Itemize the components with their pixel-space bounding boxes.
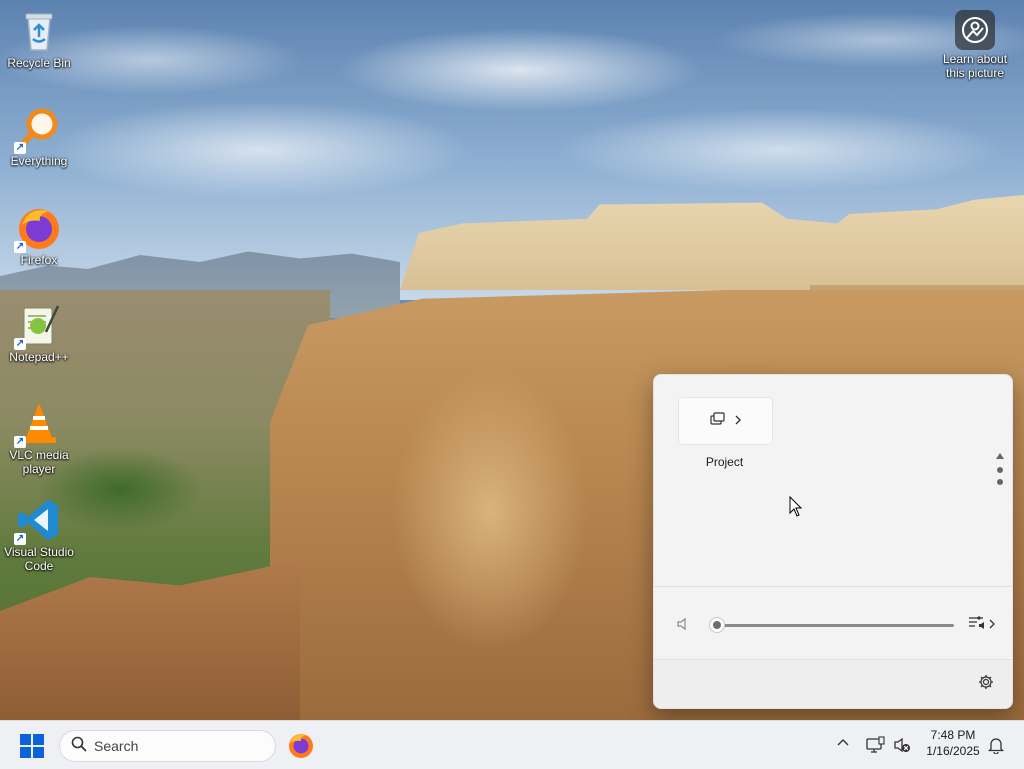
- network-display-icon[interactable]: [866, 736, 886, 759]
- notepad-plus-plus-icon: ↗: [14, 302, 62, 350]
- vlc-cone-icon: ↗: [14, 400, 62, 448]
- desktop-icon-notepad-plus-plus[interactable]: ↗ Notepad++: [1, 302, 77, 364]
- taskbar-search-box[interactable]: Search: [59, 730, 276, 762]
- gear-icon[interactable]: [978, 674, 994, 695]
- volume-slider-thumb[interactable]: [709, 617, 725, 633]
- volume-mixer-button[interactable]: [968, 614, 996, 635]
- shortcut-arrow-icon: ↗: [14, 142, 26, 154]
- learn-about-picture-label: Learn about this picture: [942, 52, 1008, 80]
- divider: [654, 586, 1012, 587]
- tiles-pager[interactable]: [996, 453, 1004, 491]
- recycle-bin-icon: [16, 8, 62, 54]
- project-tile-label: Project: [705, 455, 744, 469]
- clock-time: 7:48 PM: [930, 728, 976, 742]
- search-icon: [71, 736, 87, 757]
- notification-bell-icon[interactable]: [987, 736, 1005, 759]
- shortcut-arrow-icon: ↗: [14, 338, 26, 350]
- desktop-icon-recycle-bin[interactable]: Recycle Bin: [1, 8, 77, 70]
- shortcut-arrow-icon: ↗: [14, 533, 26, 545]
- desktop-icon-label: Visual Studio Code: [4, 545, 74, 573]
- desktop-icon-label: Notepad++: [9, 350, 69, 364]
- chevron-right-icon: [734, 412, 742, 430]
- quick-settings-footer: [654, 659, 1012, 708]
- taskbar-app-firefox[interactable]: [287, 731, 315, 759]
- quick-settings-panel: Project: [653, 374, 1013, 709]
- volume-row: [654, 611, 1012, 639]
- taskbar-clock[interactable]: 7:48 PM 1/16/2025: [918, 727, 988, 759]
- desktop-icon-vscode[interactable]: ↗ Visual Studio Code: [1, 497, 77, 573]
- desktop-icon-vlc[interactable]: ↗ VLC media player: [1, 400, 77, 476]
- clock-date: 1/16/2025: [926, 744, 980, 758]
- taskbar: Search 7:48 PM 1/16/2025: [0, 720, 1024, 769]
- desktop-icon-everything[interactable]: ↗ Everything: [1, 106, 77, 168]
- page-up-arrow-icon[interactable]: [996, 453, 1004, 459]
- page-dot[interactable]: [997, 467, 1003, 473]
- desktop-icon-label: Firefox: [20, 253, 58, 267]
- desktop-icon-label: Recycle Bin: [7, 56, 71, 70]
- page-dot[interactable]: [997, 479, 1003, 485]
- volume-muted-icon[interactable]: [893, 736, 911, 759]
- desktop-icon-firefox[interactable]: ↗ Firefox: [1, 205, 77, 267]
- shortcut-arrow-icon: ↗: [14, 436, 26, 448]
- volume-slider-track[interactable]: [716, 624, 954, 627]
- camera-info-icon: [955, 10, 995, 50]
- everything-search-icon: ↗: [14, 106, 62, 154]
- show-hidden-icons-chevron-up-icon[interactable]: [836, 736, 850, 755]
- vscode-icon: ↗: [14, 497, 62, 545]
- start-button[interactable]: [20, 734, 44, 758]
- firefox-icon: [287, 734, 315, 763]
- sound-mixer-icon: [968, 614, 986, 635]
- desktop-icon-label: Everything: [10, 154, 68, 168]
- search-placeholder: Search: [94, 738, 139, 754]
- project-tile-button[interactable]: [678, 397, 773, 445]
- chevron-right-icon: [988, 616, 996, 634]
- speaker-muted-icon[interactable]: [676, 617, 690, 636]
- shortcut-arrow-icon: ↗: [14, 241, 26, 253]
- project-icon: [709, 411, 726, 431]
- desktop-icon-label: VLC media player: [9, 448, 69, 476]
- learn-about-picture[interactable]: Learn about this picture: [936, 10, 1014, 80]
- firefox-icon: ↗: [14, 205, 62, 253]
- mouse-cursor-icon: [789, 495, 803, 523]
